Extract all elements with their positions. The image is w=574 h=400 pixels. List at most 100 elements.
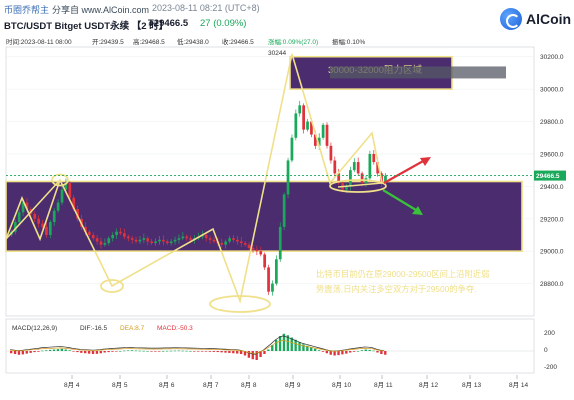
macd-bar [37,351,40,352]
time-tick-label: 8月 12 [419,381,439,389]
price-tick-label: 30200.0 [540,54,564,61]
candle-body [251,247,255,250]
macd-bar [325,351,328,354]
macd-bar [364,349,367,351]
macd-bar [372,350,375,352]
ohlc-open: 开:29439.5 [92,38,124,46]
candle-body [204,234,208,239]
candle-body [329,145,333,161]
macd-bar [228,351,231,353]
macd-bar [76,351,79,353]
share-header: 币圈乔帮主 分享自 www.AlCoin.com 2023-08-11 08:2… [0,0,574,15]
macd-bar [216,351,219,353]
macd-bar [80,351,83,353]
candle-body [99,241,103,245]
ohlc-change: 涨幅:0.09%(27.0) [268,37,318,46]
macd-bar [48,349,52,351]
candle-body [306,121,309,130]
candle-body [52,210,56,223]
candle-body [95,238,99,242]
time-tick-label: 8月 13 [462,381,482,389]
current-price-text: 29466.5 [536,173,560,180]
macd-bar [345,351,348,354]
macd-bar [154,351,157,352]
candle-body [294,113,298,138]
candlestick-chart[interactable]: 时间:2023-08-11 08:00 开:29439.5 高:29468.5 … [0,33,574,400]
ohlc-high: 高:29468.5 [133,37,165,46]
candle-body [37,218,41,224]
macd-bar [208,351,212,352]
candle-body [177,238,181,240]
macd-bar [165,350,169,352]
symbol-title: BTC/USDT Bitget USDT永续 【2 时】 [4,21,169,32]
macd-bar [84,351,87,354]
macd-bar [200,351,204,352]
macd-bar [126,350,130,351]
candle-body [107,238,111,244]
macd-bar [95,351,99,354]
candle-body [119,231,122,234]
candle-body [356,162,360,174]
candle-body [212,239,216,242]
price-tick-label: 29400.0 [540,184,564,191]
macd-bar [189,351,192,352]
candle-body [286,160,290,195]
zigzag-path [5,53,383,304]
macd-bar [119,351,122,352]
macd-bar [232,351,235,354]
macd-bar [87,351,91,354]
time-tick-label: 8月 7 [203,381,219,389]
candle-body [349,170,352,187]
macd-axis: 200 0 -200 [544,330,557,371]
time-tick-label: 8月 9 [285,381,301,389]
candle-body [17,212,21,223]
low-marker: 28691 [217,304,235,311]
aicoin-logo[interactable]: AlCoin [500,8,571,30]
up-arrow-line [383,159,426,184]
price-tick-label: 29000.0 [540,249,564,256]
candle-body [181,236,185,239]
macd-bar [349,351,352,353]
macd-bar [337,351,340,356]
macd-tick-bottom: -200 [544,364,557,371]
macd-bar [10,351,13,354]
price-tick-label: 30000.0 [540,87,564,94]
macd-bar [220,351,223,353]
macd-bar [333,351,336,356]
candle-body [263,254,267,268]
macd-bar [64,349,67,351]
candle-body [123,233,126,237]
macd-bar [376,351,379,353]
candle-body [228,238,231,242]
macd-bar [313,348,317,351]
logo-text: AlCoin [526,11,572,27]
candle-body [45,226,48,235]
macd-bar [251,351,254,360]
macd-bar [29,351,32,353]
macd-bar [17,351,21,355]
macd-bar [146,351,149,352]
time-tick-label: 8月 14 [509,381,529,389]
candle-body [56,202,60,211]
macd-bar [103,351,106,353]
candle-body [146,238,150,242]
macd-bar [111,351,114,352]
macd-bar [317,350,321,351]
candle-body [267,267,270,292]
macd-bar [150,351,153,352]
time-axis: 8月 4 8月 5 8月 6 8月 7 8月 8 8月 9 8月 10 8月 11 8月 12 8… [64,375,529,389]
macd-bar [212,351,215,352]
macd-bar [25,351,28,354]
ticker-header: BTC/USDT Bitget USDT永续 【2 时】 ₮29466.5 27… [0,14,574,32]
logo-mark-icon [500,8,522,30]
macd-bar [321,351,325,352]
macd-legend: MACD(12,26,9) DIF:-16.5 DEA:8.7 MACD:-50… [12,325,193,332]
candle-body [271,283,274,292]
chart-panel[interactable]: 时间:2023-08-11 08:00 开:29439.5 高:29468.5 … [0,33,574,400]
resistance-shade [330,66,506,79]
macd-bar [169,350,173,352]
macd-bar [138,350,141,352]
price-tick-label: 28800.0 [540,281,564,288]
macd-bar [158,351,161,352]
macd-bar [33,351,36,353]
